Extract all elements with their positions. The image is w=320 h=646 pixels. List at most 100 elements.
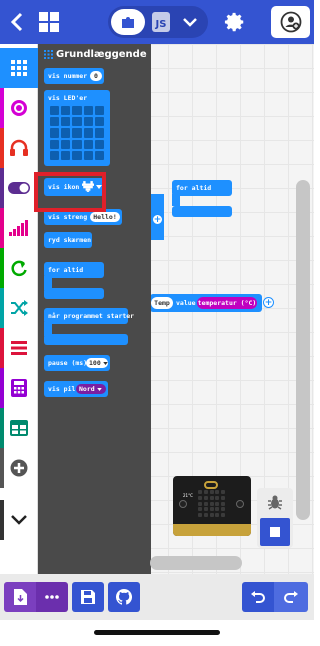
led-cell[interactable] xyxy=(83,150,93,160)
pause-dropdown[interactable]: 100 xyxy=(86,358,108,368)
simulator-button-a[interactable] xyxy=(179,500,187,508)
led-cell[interactable] xyxy=(61,150,71,160)
category-music[interactable] xyxy=(0,128,38,168)
led-cell[interactable] xyxy=(50,150,60,160)
category-logic[interactable] xyxy=(0,288,38,328)
microbit-logo-icon[interactable] xyxy=(204,481,218,489)
block-show-leds[interactable]: vis LED'er xyxy=(44,90,110,166)
add-param-icon[interactable]: + xyxy=(152,214,163,225)
chevron-down-icon[interactable] xyxy=(180,12,200,32)
led-cell[interactable] xyxy=(72,128,82,138)
category-advanced[interactable] xyxy=(0,500,38,540)
puzzle-icon xyxy=(122,17,134,28)
temperature-reporter[interactable]: temperatur (°C) xyxy=(197,297,257,309)
string-input[interactable]: Hello! xyxy=(90,212,120,222)
led-cell[interactable] xyxy=(61,128,71,138)
block-on-start[interactable]: når programmet starter xyxy=(44,308,134,348)
value-label: value xyxy=(176,299,196,307)
loop-icon xyxy=(11,260,27,277)
led-cell[interactable] xyxy=(94,128,104,138)
home-button[interactable] xyxy=(36,8,62,36)
category-input[interactable] xyxy=(0,88,38,128)
category-variables[interactable] xyxy=(0,328,38,368)
led-cell[interactable] xyxy=(83,117,93,127)
led-cell[interactable] xyxy=(50,106,60,116)
simulator-led xyxy=(209,513,214,518)
block-forever[interactable]: for altid xyxy=(44,262,106,302)
canvas-forever-block[interactable]: for altid xyxy=(172,180,232,220)
back-button[interactable] xyxy=(4,8,30,36)
header-bar: JS xyxy=(0,0,314,44)
led-grid[interactable] xyxy=(50,106,104,160)
download-button[interactable] xyxy=(4,582,36,612)
block-forever-label: for altid xyxy=(48,266,84,274)
temp-variable-pill[interactable]: Temp xyxy=(151,297,173,309)
home-grid-icon xyxy=(39,12,59,32)
led-cell[interactable] xyxy=(94,139,104,149)
block-show-arrow[interactable]: vis pil Nord xyxy=(44,381,108,397)
category-arrays[interactable] xyxy=(0,408,38,448)
simulator-led xyxy=(215,490,220,494)
led-cell[interactable] xyxy=(72,106,82,116)
led-cell[interactable] xyxy=(50,128,60,138)
led-cell[interactable] xyxy=(61,117,71,127)
simulator-led xyxy=(215,495,220,500)
stop-simulator-button[interactable] xyxy=(260,518,290,546)
led-cell[interactable] xyxy=(83,128,93,138)
chevron-left-icon xyxy=(10,12,23,32)
more-options-button[interactable] xyxy=(36,582,68,612)
floppy-disk-icon xyxy=(81,590,95,604)
led-cell[interactable] xyxy=(94,106,104,116)
led-cell[interactable] xyxy=(94,150,104,160)
led-cell[interactable] xyxy=(83,106,93,116)
add-param-icon[interactable]: + xyxy=(263,297,274,308)
led-cell[interactable] xyxy=(72,139,82,149)
ellipsis-icon xyxy=(45,595,59,599)
simulator-edge-connector xyxy=(173,524,251,536)
direction-dropdown[interactable]: Nord xyxy=(76,384,106,394)
blocks-workspace[interactable]: + for altid Temp value temperatur (°C) + xyxy=(0,44,314,574)
led-cell[interactable] xyxy=(61,106,71,116)
block-clear-screen[interactable]: ryd skærmen xyxy=(44,232,92,248)
led-cell[interactable] xyxy=(94,117,104,127)
block-show-arrow-label: vis pil xyxy=(48,385,76,393)
editor-toolbar xyxy=(0,574,314,620)
simulator-led xyxy=(209,501,214,506)
undo-button[interactable] xyxy=(242,582,274,612)
stop-icon xyxy=(270,527,280,537)
profile-button[interactable] xyxy=(271,6,310,38)
blocks-tab[interactable] xyxy=(111,9,145,35)
debug-button[interactable] xyxy=(263,490,287,514)
category-radio[interactable] xyxy=(0,208,38,248)
horizontal-scrollbar[interactable] xyxy=(150,556,242,570)
canvas-value-block[interactable]: Temp value temperatur (°C) + xyxy=(150,294,274,312)
led-cell[interactable] xyxy=(50,139,60,149)
simulator-led xyxy=(203,490,208,494)
led-cell[interactable] xyxy=(72,150,82,160)
led-cell[interactable] xyxy=(72,117,82,127)
microbit-simulator[interactable]: 21°C xyxy=(173,476,251,536)
number-input[interactable]: 0 xyxy=(90,71,102,81)
block-show-number[interactable]: vis nummer 0 xyxy=(44,68,104,84)
led-cell[interactable] xyxy=(50,117,60,127)
vertical-scrollbar[interactable] xyxy=(296,180,310,520)
simulator-button-b[interactable] xyxy=(236,500,244,508)
block-pause[interactable]: pause (ms) 100 xyxy=(44,355,110,371)
category-math[interactable] xyxy=(0,368,38,408)
category-basic[interactable] xyxy=(0,48,38,88)
category-led[interactable] xyxy=(0,168,38,208)
lines-icon xyxy=(11,341,27,355)
javascript-tab[interactable]: JS xyxy=(152,12,170,32)
settings-button[interactable] xyxy=(222,8,248,36)
editor-toggle: JS xyxy=(108,6,208,38)
category-loops[interactable] xyxy=(0,248,38,288)
headphones-icon xyxy=(10,139,28,156)
led-cell[interactable] xyxy=(83,139,93,149)
download-file-icon xyxy=(13,589,27,605)
category-extensions[interactable] xyxy=(0,448,38,488)
led-cell[interactable] xyxy=(61,139,71,149)
github-button[interactable] xyxy=(108,582,140,612)
save-button[interactable] xyxy=(72,582,104,612)
grid-icon xyxy=(44,50,53,59)
redo-button[interactable] xyxy=(274,582,308,612)
